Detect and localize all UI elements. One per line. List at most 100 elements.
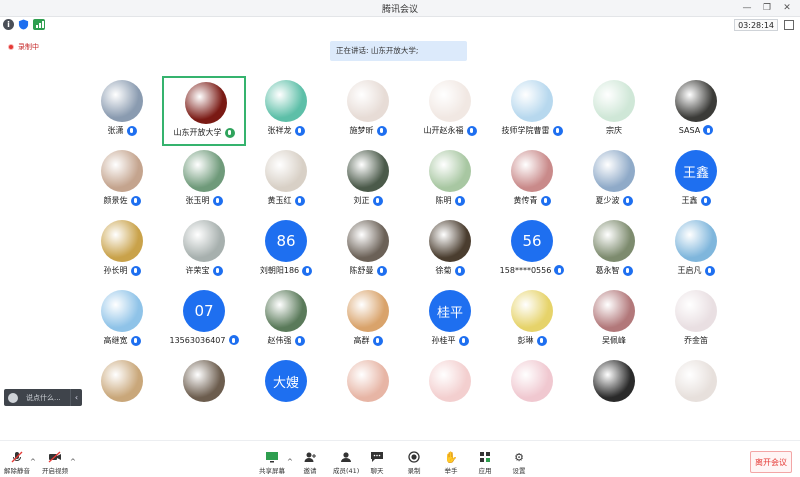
participant-tile[interactable]: SASA <box>654 76 730 146</box>
share-screen-button[interactable]: 共享屏幕 <box>259 451 285 475</box>
participant-tile[interactable]: 86 刘朝阳186 <box>244 216 328 286</box>
audio-options-chevron-icon[interactable]: ^ <box>30 458 36 466</box>
participant-name: 宗庆 <box>606 126 622 135</box>
participant-tile[interactable]: 陈舒曼 <box>326 216 410 286</box>
participant-name: 黄传青 <box>513 196 538 205</box>
participant-tile[interactable]: 大嫂 <box>244 356 328 406</box>
participant-tile[interactable] <box>654 356 730 406</box>
mic-status-icon <box>294 195 305 206</box>
participant-tile[interactable]: 黄玉红 <box>244 146 328 216</box>
emoji-icon[interactable] <box>8 392 18 403</box>
settings-button[interactable]: ⚙ 设置 <box>512 451 526 476</box>
participant-name-row: 王启凡 <box>654 265 730 276</box>
info-icon[interactable]: i <box>3 19 14 30</box>
participant-tile[interactable]: 07 13563036407 <box>162 286 246 356</box>
participant-name-row: 技师学院曹雷 <box>490 125 574 136</box>
mic-status-icon <box>454 195 465 206</box>
members-icon <box>339 451 353 463</box>
participant-tile[interactable]: 张玉明 <box>162 146 246 216</box>
participant-tile[interactable]: 刘正 <box>326 146 410 216</box>
avatar <box>101 290 143 332</box>
participant-name: 158****0556 <box>499 265 552 275</box>
mic-status-icon <box>622 195 633 206</box>
mic-muted-icon <box>10 451 24 463</box>
chat-button[interactable]: 聊天 <box>370 451 384 475</box>
participant-tile[interactable] <box>80 356 164 406</box>
chat-quick-input[interactable]: 说点什么... ‹ <box>4 389 82 406</box>
close-icon[interactable]: ✕ <box>780 1 794 15</box>
signal-icon[interactable] <box>33 19 45 30</box>
participant-tile[interactable]: 葛永智 <box>572 216 656 286</box>
participant-tile[interactable] <box>326 356 410 406</box>
participant-tile[interactable]: 黄传青 <box>490 146 574 216</box>
participant-tile[interactable] <box>490 356 574 406</box>
participant-tile[interactable]: 乔金笛 <box>654 286 730 356</box>
participant-tile[interactable]: 吴佩峰 <box>572 286 656 356</box>
participant-tile[interactable]: 颜景佐 <box>80 146 164 216</box>
window-title: 腾讯会议 <box>381 5 418 15</box>
avatar <box>183 220 225 262</box>
mic-status-icon <box>302 265 313 276</box>
participant-name-row: 乔金笛 <box>654 335 730 346</box>
window-controls: — ❐ ✕ <box>740 1 794 15</box>
avatar <box>347 360 389 402</box>
start-video-button[interactable]: 开启视频 <box>42 451 68 475</box>
mic-status-icon <box>700 195 711 206</box>
participant-tile[interactable]: 山东开放大学 <box>162 76 246 146</box>
participant-name: 葛永智 <box>595 266 620 275</box>
participant-tile[interactable]: 施梦昕 <box>326 76 410 146</box>
participant-tile[interactable]: 桂平 孙桂平 <box>408 286 492 356</box>
members-button[interactable]: 成员(41) <box>333 451 359 475</box>
raise-hand-button[interactable]: ✋ 举手 <box>444 451 458 476</box>
participant-tile[interactable]: 张祥龙 <box>244 76 328 146</box>
participant-tile[interactable] <box>162 356 246 406</box>
mic-status-icon <box>376 265 387 276</box>
participant-tile[interactable]: 孙长明 <box>80 216 164 286</box>
apps-button[interactable]: 应用 <box>478 451 492 475</box>
invite-button[interactable]: 邀请 <box>303 451 317 475</box>
avatar <box>675 80 717 122</box>
participant-name-row: 陈舒曼 <box>326 265 410 276</box>
avatar <box>347 220 389 262</box>
participant-tile[interactable]: 夏少波 <box>572 146 656 216</box>
avatar <box>347 80 389 122</box>
mic-status-icon <box>454 265 465 276</box>
shield-icon[interactable] <box>18 19 29 30</box>
avatar <box>511 150 553 192</box>
restore-icon[interactable]: ❐ <box>760 1 774 15</box>
participant-tile[interactable]: 宗庆 <box>572 76 656 146</box>
participant-tile[interactable]: 高继宽 <box>80 286 164 356</box>
participant-tile[interactable]: 彭琳 <box>490 286 574 356</box>
participant-name-row: 徐菊 <box>408 265 492 276</box>
participant-name-row: 158****0556 <box>490 265 574 275</box>
invite-label: 邀请 <box>303 467 317 475</box>
participant-tile[interactable]: 王鑫 王鑫 <box>654 146 730 216</box>
avatar <box>593 150 635 192</box>
participant-tile[interactable]: 徐菊 <box>408 216 492 286</box>
video-options-chevron-icon[interactable]: ^ <box>70 458 76 466</box>
mic-status-icon <box>704 265 715 276</box>
participant-tile[interactable]: 陈明 <box>408 146 492 216</box>
participant-tile[interactable]: 王启凡 <box>654 216 730 286</box>
participant-tile[interactable] <box>408 356 492 406</box>
minimize-icon[interactable]: — <box>740 1 754 15</box>
participant-tile[interactable]: 山开赵永福 <box>408 76 492 146</box>
participant-tile[interactable]: 56 158****0556 <box>490 216 574 286</box>
participant-tile[interactable]: 许荣宝 <box>162 216 246 286</box>
leave-meeting-button[interactable]: 离开会议 <box>750 451 792 473</box>
share-options-chevron-icon[interactable]: ^ <box>287 458 293 466</box>
fullscreen-icon[interactable] <box>784 20 794 30</box>
mic-status-icon <box>130 335 141 346</box>
participant-tile[interactable] <box>572 356 656 406</box>
camera-off-icon <box>48 451 62 463</box>
participant-tile[interactable]: 高群 <box>326 286 410 356</box>
collapse-arrow-icon[interactable]: ‹ <box>70 389 82 406</box>
participant-tile[interactable]: 赵伟强 <box>244 286 328 356</box>
participant-tile[interactable]: 张潇 <box>80 76 164 146</box>
participant-name-row: 高群 <box>326 335 410 346</box>
unmute-button[interactable]: 解除静音 <box>4 451 30 475</box>
apps-label: 应用 <box>478 467 492 475</box>
record-button[interactable]: 录制 <box>407 451 421 475</box>
participant-tile[interactable]: 技师学院曹雷 <box>490 76 574 146</box>
mic-status-icon <box>554 265 565 275</box>
